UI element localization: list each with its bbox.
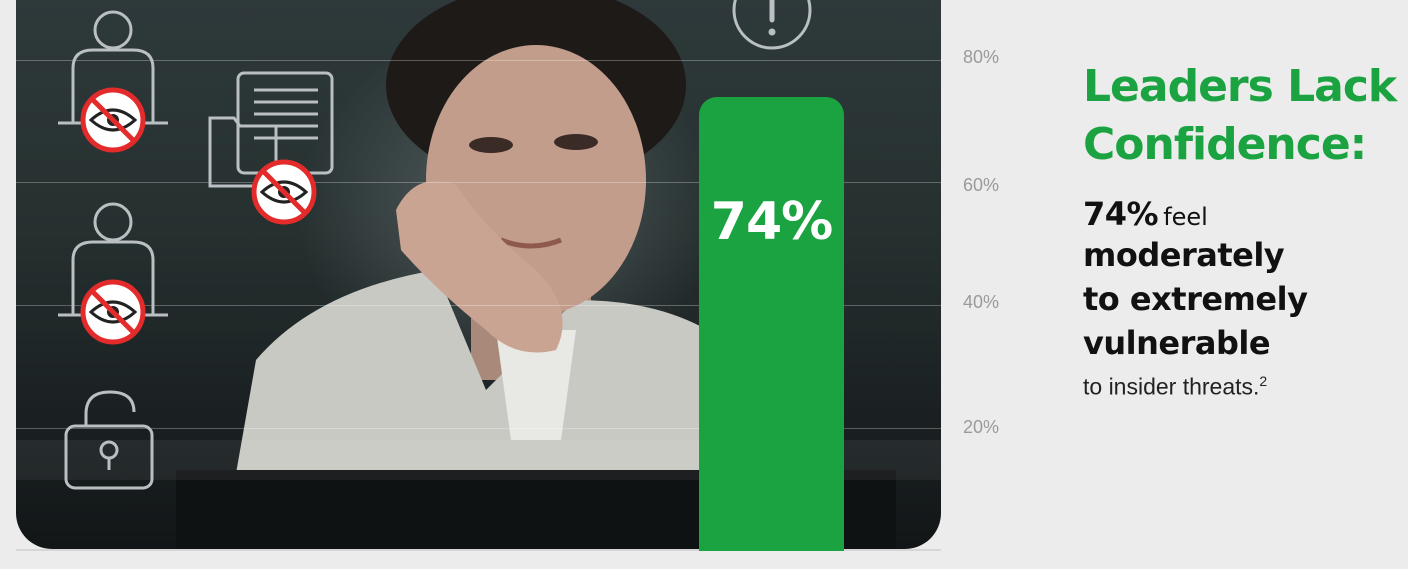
document-folder-hidden-icon bbox=[208, 71, 334, 225]
unlocked-padlock-icon bbox=[64, 390, 154, 490]
footnote-marker: 2 bbox=[1259, 373, 1268, 389]
stat-line-3: vulnerable bbox=[1083, 324, 1271, 362]
bar-74 bbox=[699, 97, 844, 551]
stat-line-2: to extremely bbox=[1083, 280, 1308, 318]
tick-label-80: 80% bbox=[963, 47, 1000, 67]
stat-value: 74% bbox=[1083, 195, 1159, 233]
tick-label-20: 20% bbox=[963, 417, 1000, 437]
stat-block: 74% feel moderately to extremely vulnera… bbox=[1083, 195, 1403, 401]
tick-label-60: 60% bbox=[963, 175, 1000, 195]
headline-line-2: Confidence: bbox=[1083, 119, 1367, 170]
headline-line-1: Leaders Lack bbox=[1083, 61, 1397, 112]
stat-feel: feel bbox=[1163, 203, 1208, 231]
user-hidden-icon-2 bbox=[58, 202, 168, 345]
stat-line-1: moderately bbox=[1083, 236, 1285, 274]
tick-label-40: 40% bbox=[963, 292, 1000, 312]
user-hidden-icon bbox=[58, 10, 168, 153]
headline: Leaders Lack Confidence: bbox=[1083, 58, 1408, 174]
stat-tail: to insider threats.2 bbox=[1083, 373, 1403, 401]
alert-icon bbox=[732, 0, 812, 50]
stat-tail-text: to insider threats. bbox=[1083, 373, 1260, 400]
bar-data-label: 74% bbox=[710, 192, 833, 252]
